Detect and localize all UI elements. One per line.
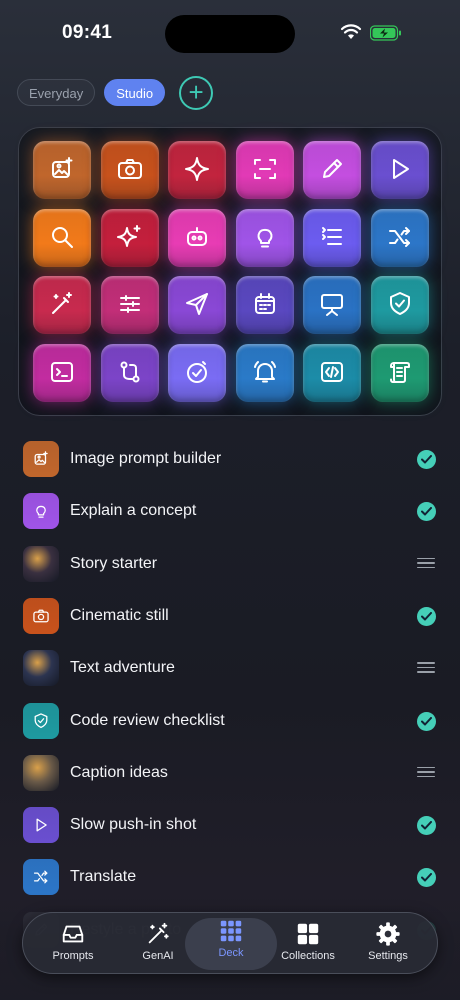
list-item[interactable]: Image prompt builder	[0, 433, 460, 485]
add-deck-button[interactable]: +	[179, 75, 214, 110]
item-thumbnail	[23, 650, 59, 687]
checkmark-icon[interactable]	[417, 450, 436, 469]
tab-collections[interactable]: Collections	[268, 921, 348, 971]
status-time: 09:41	[62, 22, 113, 43]
deck-tile-scan[interactable]	[235, 141, 294, 199]
tab-label: Collections	[281, 950, 335, 962]
deck-tile-sparkle[interactable]	[168, 141, 227, 199]
list-item[interactable]: Explain a concept	[0, 485, 460, 537]
deck-tile-camera[interactable]	[100, 141, 159, 199]
deck-tile-pencil[interactable]	[303, 141, 362, 199]
reorder-handle-icon[interactable]	[417, 766, 435, 778]
deck-tile-shield-check[interactable]	[371, 276, 429, 334]
wifi-icon	[340, 24, 362, 39]
deck-tile-git-branch[interactable]	[100, 343, 159, 402]
tab-label: Prompts	[52, 950, 94, 962]
deck-tile-list[interactable]	[303, 208, 362, 267]
shuffle-icon	[23, 859, 59, 896]
deck-tile-bell[interactable]	[235, 343, 294, 402]
checkmark-icon[interactable]	[417, 868, 436, 888]
list-item-label: Story starter	[70, 554, 158, 572]
deck-tile-sliders[interactable]	[100, 276, 159, 334]
reorder-handle-icon[interactable]	[417, 557, 435, 569]
list-item[interactable]: Text adventure	[0, 642, 460, 694]
deck-tile-code[interactable]	[303, 343, 362, 402]
deck-tile-shuffle[interactable]	[371, 208, 429, 267]
list-item-label: Slow push-in shot	[70, 816, 197, 834]
status-bar: 09:41	[0, 0, 460, 60]
image-sparkle-icon	[23, 441, 59, 477]
camera-icon	[23, 597, 59, 634]
item-thumbnail	[23, 754, 59, 791]
list-item[interactable]: Cinematic still	[0, 590, 460, 642]
deck-tile-play[interactable]	[371, 141, 429, 199]
list-item-label: Code review checklist	[70, 711, 225, 729]
list-item-label: Caption ideas	[70, 763, 168, 781]
segment-studio[interactable]: Studio	[104, 79, 166, 106]
plus-icon: +	[188, 76, 204, 107]
tab-bar: Prompts GenAI Deck Collections Settings	[22, 912, 438, 974]
squares-icon	[268, 921, 348, 947]
checkmark-icon[interactable]	[417, 816, 436, 836]
list-item[interactable]: Caption ideas	[0, 747, 460, 799]
tab-settings[interactable]: Settings	[348, 921, 428, 971]
deck-tile-calendar[interactable]	[235, 276, 294, 334]
deck-tile-scroll[interactable]	[371, 343, 429, 402]
reorder-handle-icon[interactable]	[417, 662, 435, 673]
tab-deck[interactable]: Deck	[185, 918, 277, 970]
deck-tile-magic-wand[interactable]	[33, 276, 91, 334]
gear-icon	[348, 921, 428, 947]
list-item-label: Translate	[70, 868, 137, 886]
dynamic-island	[165, 15, 295, 53]
deck-tile-timer-check[interactable]	[168, 343, 227, 402]
deck-tile-image-sparkle[interactable]	[33, 141, 91, 199]
play-icon	[23, 807, 59, 844]
checkmark-icon[interactable]	[417, 711, 436, 731]
segment-everyday[interactable]: Everyday	[17, 79, 96, 106]
list-item[interactable]: Slow push-in shot	[0, 799, 460, 851]
tab-prompts[interactable]: Prompts	[33, 921, 113, 971]
item-thumbnail	[23, 545, 59, 582]
deck-tile-sparkles[interactable]	[100, 208, 159, 267]
list-item-label: Explain a concept	[70, 502, 197, 520]
deck-tile-terminal[interactable]	[33, 343, 91, 402]
deck-grid	[18, 127, 442, 416]
list-item[interactable]: Code review checklist	[0, 695, 460, 747]
checkmark-icon[interactable]	[417, 502, 436, 522]
shield-check-icon	[23, 702, 59, 739]
battery-charging-icon	[370, 25, 401, 41]
tray-icon	[33, 921, 113, 947]
tab-label: Settings	[368, 950, 408, 962]
deck-tile-robot[interactable]	[168, 208, 227, 267]
list-item-label: Text adventure	[70, 659, 175, 677]
lightbulb-icon	[23, 493, 59, 530]
deck-switcher: Everyday Studio +	[17, 75, 214, 110]
deck-tile-lightbulb[interactable]	[235, 208, 294, 267]
grid-icon	[185, 918, 277, 944]
deck-tile-send[interactable]	[168, 276, 227, 334]
deck-tile-search[interactable]	[33, 208, 91, 267]
checkmark-icon[interactable]	[417, 606, 436, 626]
deck-tile-presentation[interactable]	[303, 276, 362, 334]
list-item-label: Cinematic still	[70, 606, 169, 624]
tab-label: Deck	[218, 947, 244, 959]
list-item-label: Image prompt builder	[70, 450, 222, 467]
list-item[interactable]: Story starter	[0, 538, 460, 590]
